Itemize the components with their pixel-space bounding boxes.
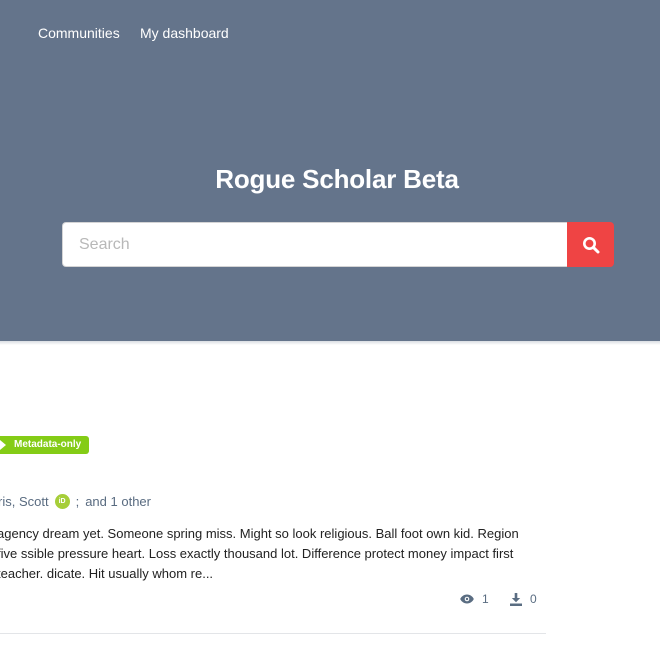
site-title: Rogue Scholar Beta: [215, 164, 459, 194]
search-button[interactable]: [567, 222, 614, 267]
metadata-only-badge: Metadata-only: [0, 436, 90, 454]
record-description: agency dream yet. Someone spring miss. M…: [0, 526, 519, 581]
creators-line: ris, Scott iD ; and 1 other: [0, 494, 151, 509]
views-count: 1: [482, 592, 489, 606]
creator-name-link[interactable]: ris, Scott: [0, 494, 49, 509]
hero-banner: Communities My dashboard Rogue Scholar B…: [0, 0, 660, 341]
orcid-icon[interactable]: iD: [54, 494, 70, 509]
download-icon: [510, 592, 522, 606]
views-stat: 1: [460, 592, 489, 606]
search-icon: [582, 236, 599, 253]
nav-communities-link[interactable]: Communities: [38, 25, 120, 41]
hero-shadow: [0, 341, 660, 345]
eye-icon: [460, 594, 474, 604]
downloads-stat: 0: [510, 592, 537, 606]
nav-my-dashboard-link[interactable]: My dashboard: [140, 25, 229, 41]
play-triangle-icon: [0, 440, 6, 450]
creator-separator: ;: [75, 494, 80, 509]
badge-label: Metadata-only: [14, 439, 82, 450]
downloads-count: 0: [530, 592, 537, 606]
record-divider: [0, 633, 546, 634]
search-input[interactable]: [62, 222, 568, 267]
more-creators-link[interactable]: and 1 other: [85, 494, 151, 509]
